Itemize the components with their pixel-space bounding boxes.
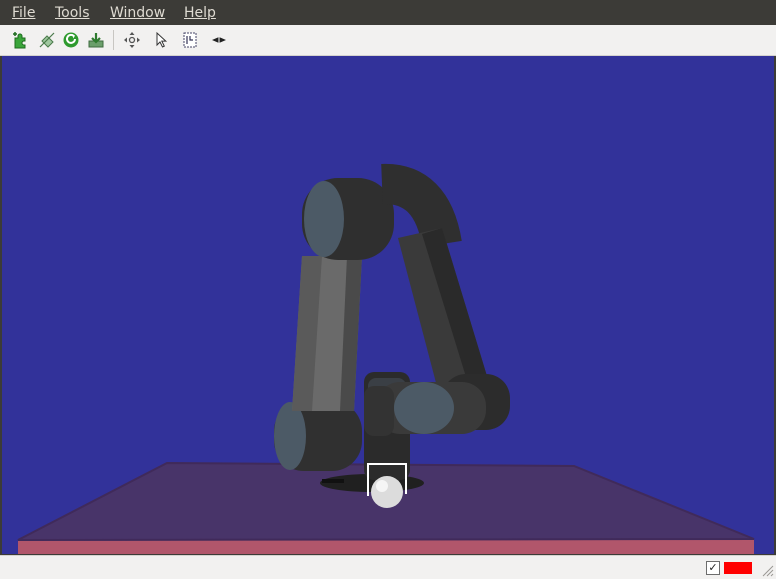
move-camera-icon: [124, 32, 140, 48]
menu-window[interactable]: Window: [110, 4, 165, 22]
reload-button[interactable]: [60, 29, 82, 51]
scene-render: [17, 163, 755, 554]
wrist-joint-cap: [394, 382, 454, 434]
shoulder-joint-cap: [274, 402, 306, 470]
menu-tools[interactable]: Tools: [55, 4, 90, 22]
select-button[interactable]: [150, 29, 172, 51]
add-display-icon: [13, 32, 26, 49]
measure-icon: [212, 37, 226, 43]
focus-camera-button[interactable]: [179, 29, 201, 51]
menu-bar: File Tools Window Help: [0, 0, 776, 25]
status-checkbox[interactable]: ✓: [706, 561, 720, 575]
toolbar: [0, 25, 776, 56]
ground-plane-edge: [18, 539, 754, 554]
measure-button[interactable]: [208, 29, 230, 51]
move-camera-button[interactable]: [121, 29, 143, 51]
menu-help-label: Help: [184, 5, 216, 21]
elbow-joint-cap: [304, 181, 344, 257]
toolbar-separator: [113, 30, 114, 50]
status-bar: ✓: [0, 555, 776, 579]
target-sphere: [371, 476, 403, 508]
render-viewport[interactable]: [2, 56, 774, 554]
menu-tools-label: Tools: [55, 5, 90, 21]
menu-file[interactable]: File: [12, 4, 35, 22]
save-download-icon: [88, 33, 104, 48]
menu-file-label: File: [12, 5, 36, 21]
remove-display-button[interactable]: [36, 29, 58, 51]
menu-window-label: Window: [110, 5, 166, 21]
reload-icon: [63, 32, 79, 48]
remove-display-icon: [39, 32, 55, 48]
menu-help[interactable]: Help: [184, 4, 216, 22]
resize-grip-icon[interactable]: [762, 565, 774, 577]
add-display-button[interactable]: [10, 29, 32, 51]
status-color-indicator: [724, 562, 752, 574]
save-button[interactable]: [85, 29, 107, 51]
select-cursor-icon: [156, 31, 168, 48]
focus-camera-icon: [183, 32, 197, 48]
